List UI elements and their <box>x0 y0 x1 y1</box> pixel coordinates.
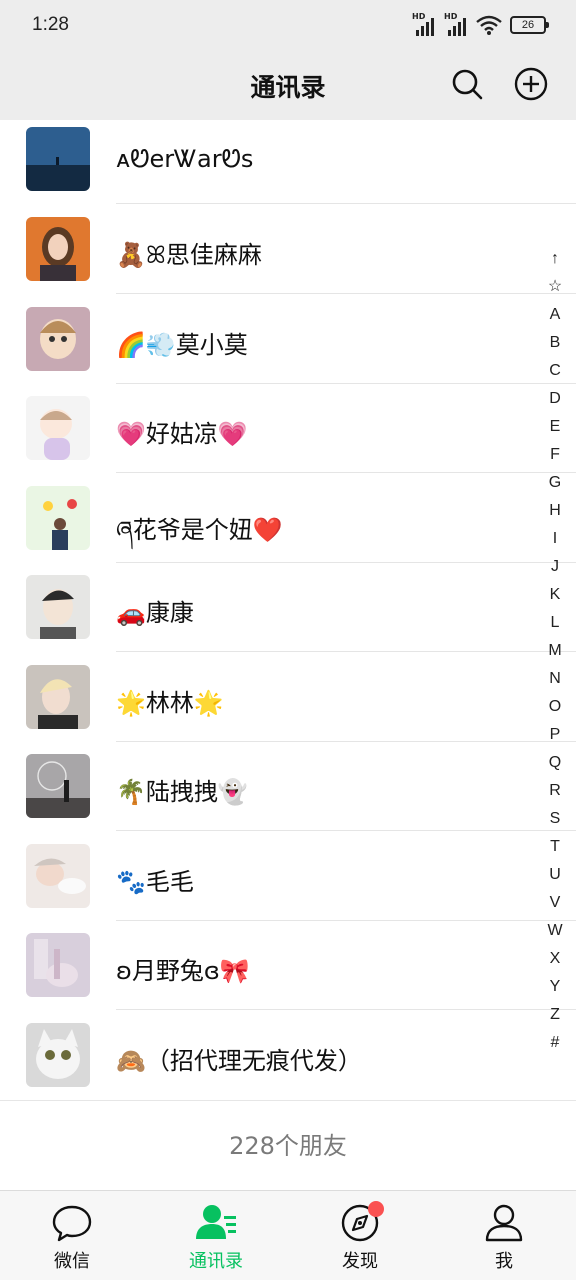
person-icon <box>485 1204 523 1242</box>
chat-bubble-icon <box>52 1205 92 1242</box>
index-letter[interactable]: J <box>542 553 568 581</box>
index-letter[interactable]: Q <box>542 749 568 777</box>
header: 通讯录 <box>0 52 576 120</box>
divider <box>116 1009 576 1010</box>
tab-label: 发现 <box>342 1251 378 1272</box>
alphabet-index[interactable]: ↑ ☆ A B C D E F G H I J K L M N O P Q R S T U V W X Y Z # <box>542 245 568 1057</box>
contact-row[interactable]: ʚ月野兔ɞ🎀 <box>0 921 576 1011</box>
contact-name: ʚ月野兔ɞ🎀 <box>116 957 250 985</box>
index-letter[interactable]: F <box>542 441 568 469</box>
pink-room-avatar <box>26 933 90 997</box>
signal-icon-2: HD <box>444 12 468 36</box>
index-letter[interactable]: C <box>542 357 568 385</box>
contact-name: ᴀᏬerᏔarᏬs <box>116 145 254 173</box>
contact-name: 🚗康康 <box>116 599 194 627</box>
index-letter[interactable]: Y <box>542 973 568 1001</box>
contact-row[interactable]: 🧸ꕤ思佳麻麻 <box>0 205 576 295</box>
anime-girl-avatar <box>26 217 90 281</box>
contact-row[interactable]: 🌴陆拽拽👻 <box>0 742 576 832</box>
index-letter[interactable]: L <box>542 609 568 637</box>
index-letter[interactable]: V <box>542 889 568 917</box>
divider <box>116 651 576 652</box>
index-letter[interactable]: R <box>542 777 568 805</box>
index-letter[interactable]: H <box>542 497 568 525</box>
contacts-icon <box>196 1205 236 1239</box>
contact-row[interactable]: 🚗康康 <box>0 563 576 653</box>
tab-label: 我 <box>495 1251 513 1272</box>
contact-row[interactable]: ᴀᏬerᏔarᏬs <box>0 120 576 205</box>
index-letter[interactable]: X <box>542 945 568 973</box>
ferris-wheel-avatar <box>26 754 90 818</box>
index-letter[interactable]: D <box>542 385 568 413</box>
contact-name: ཞ花爷是个妞❤️ <box>116 516 283 544</box>
tab-label: 通讯录 <box>189 1251 243 1272</box>
index-letter[interactable]: ↑ <box>542 245 568 273</box>
status-icons: HD HD 26 <box>412 12 549 36</box>
add-button[interactable] <box>511 64 551 104</box>
contact-name: 🧸ꕤ思佳麻麻 <box>116 241 262 269</box>
contact-name: 🌈💨莫小莫 <box>116 331 248 359</box>
wifi-icon <box>476 15 502 35</box>
index-letter[interactable]: N <box>542 665 568 693</box>
contact-row[interactable]: 🌈💨莫小莫 <box>0 295 576 385</box>
tab-contacts[interactable]: 通讯录 <box>144 1191 288 1280</box>
index-letter[interactable]: B <box>542 329 568 357</box>
index-letter[interactable]: A <box>542 301 568 329</box>
white-cat-avatar <box>26 1023 90 1087</box>
status-time: 1:28 <box>32 14 69 35</box>
bottom-tab-bar: 微信 通讯录 发现 我 <box>0 1190 576 1280</box>
battery-icon: 26 <box>510 16 549 34</box>
index-letter[interactable]: M <box>542 637 568 665</box>
cartoon-kid-avatar <box>26 396 90 460</box>
divider <box>116 830 576 831</box>
tab-me[interactable]: 我 <box>432 1191 576 1280</box>
index-letter[interactable]: W <box>542 917 568 945</box>
signal-icon: HD <box>412 12 436 36</box>
balloons-avatar <box>26 486 90 550</box>
sea-landscape-avatar <box>26 127 90 191</box>
tab-chats[interactable]: 微信 <box>0 1191 144 1280</box>
index-letter[interactable]: K <box>542 581 568 609</box>
contact-name: 💗好姑凉💗 <box>116 420 248 448</box>
index-letter[interactable]: U <box>542 861 568 889</box>
search-icon <box>452 69 483 100</box>
index-letter[interactable]: S <box>542 805 568 833</box>
divider <box>116 293 576 294</box>
blond-boy-avatar <box>26 665 90 729</box>
friend-count: 228个朋友 <box>0 1100 576 1190</box>
contact-name: 🌴陆拽拽👻 <box>116 778 248 806</box>
contact-row[interactable]: 💗好姑凉💗 <box>0 384 576 474</box>
contact-name: 🌟林林🌟 <box>116 689 224 717</box>
index-letter[interactable]: Z <box>542 1001 568 1029</box>
contact-name: 🐾毛毛 <box>116 868 194 896</box>
contact-row[interactable]: 🌟林林🌟 <box>0 653 576 743</box>
contact-row[interactable]: 🐾毛毛 <box>0 832 576 922</box>
divider <box>116 203 576 204</box>
index-letter[interactable]: # <box>542 1029 568 1057</box>
index-letter[interactable]: O <box>542 693 568 721</box>
sleeping-girl-avatar <box>26 844 90 908</box>
contact-row[interactable]: ཞ花爷是个妞❤️ <box>0 474 576 564</box>
tab-discover[interactable]: 发现 <box>288 1191 432 1280</box>
index-letter[interactable]: I <box>542 525 568 553</box>
status-bar: 1:28 HD HD 26 <box>0 0 576 52</box>
contact-name: 🙈（招代理无痕代发） <box>116 1047 362 1075</box>
index-letter[interactable]: P <box>542 721 568 749</box>
index-letter[interactable]: G <box>542 469 568 497</box>
contact-list[interactable]: ᴀᏬerᏔarᏬs 🧸ꕤ思佳麻麻 🌈💨莫小莫 💗好姑凉💗 ཞ花爷是个妞❤️ 🚗康… <box>0 120 576 1100</box>
index-letter[interactable]: E <box>542 413 568 441</box>
add-circle-icon <box>514 67 548 101</box>
tab-label: 微信 <box>54 1251 90 1272</box>
index-letter[interactable]: ☆ <box>542 273 568 301</box>
search-button[interactable] <box>447 64 487 104</box>
divider <box>116 472 576 473</box>
discover-badge-dot <box>368 1201 384 1217</box>
cartoon-boy-avatar <box>26 575 90 639</box>
contact-row[interactable]: 🙈（招代理无痕代发） <box>0 1011 576 1100</box>
page-title: 通讯录 <box>250 73 326 102</box>
index-letter[interactable]: T <box>542 833 568 861</box>
cartoon-girl-avatar <box>26 307 90 371</box>
